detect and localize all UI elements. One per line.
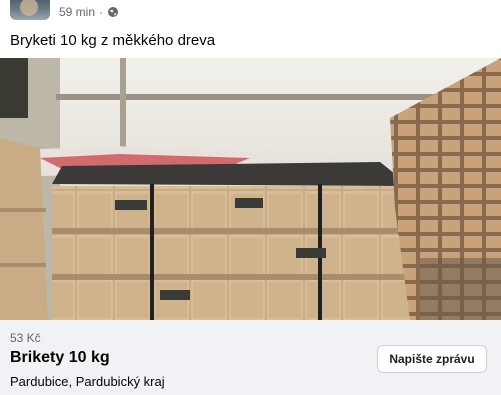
listing-details[interactable]: 53 Kč Brikety 10 kg Pardubice, Pardubick… <box>0 320 501 395</box>
listing-title[interactable]: Brikety 10 kg <box>10 349 110 367</box>
post-text: Bryketi 10 kg z měkkého dreva <box>10 32 216 49</box>
send-message-button[interactable]: Napište zprávu <box>377 345 487 373</box>
post-time[interactable]: 59 min <box>59 5 95 19</box>
listing-photo[interactable] <box>0 58 501 320</box>
listing-price: 53 Kč <box>10 331 41 345</box>
globe-icon <box>107 6 119 18</box>
meta-separator: · <box>99 5 104 19</box>
listing-location: Pardubice, Pardubický kraj <box>10 374 165 389</box>
post-header: 59 min · <box>0 0 501 24</box>
post-meta: 59 min · <box>59 5 119 19</box>
avatar[interactable] <box>10 0 50 20</box>
